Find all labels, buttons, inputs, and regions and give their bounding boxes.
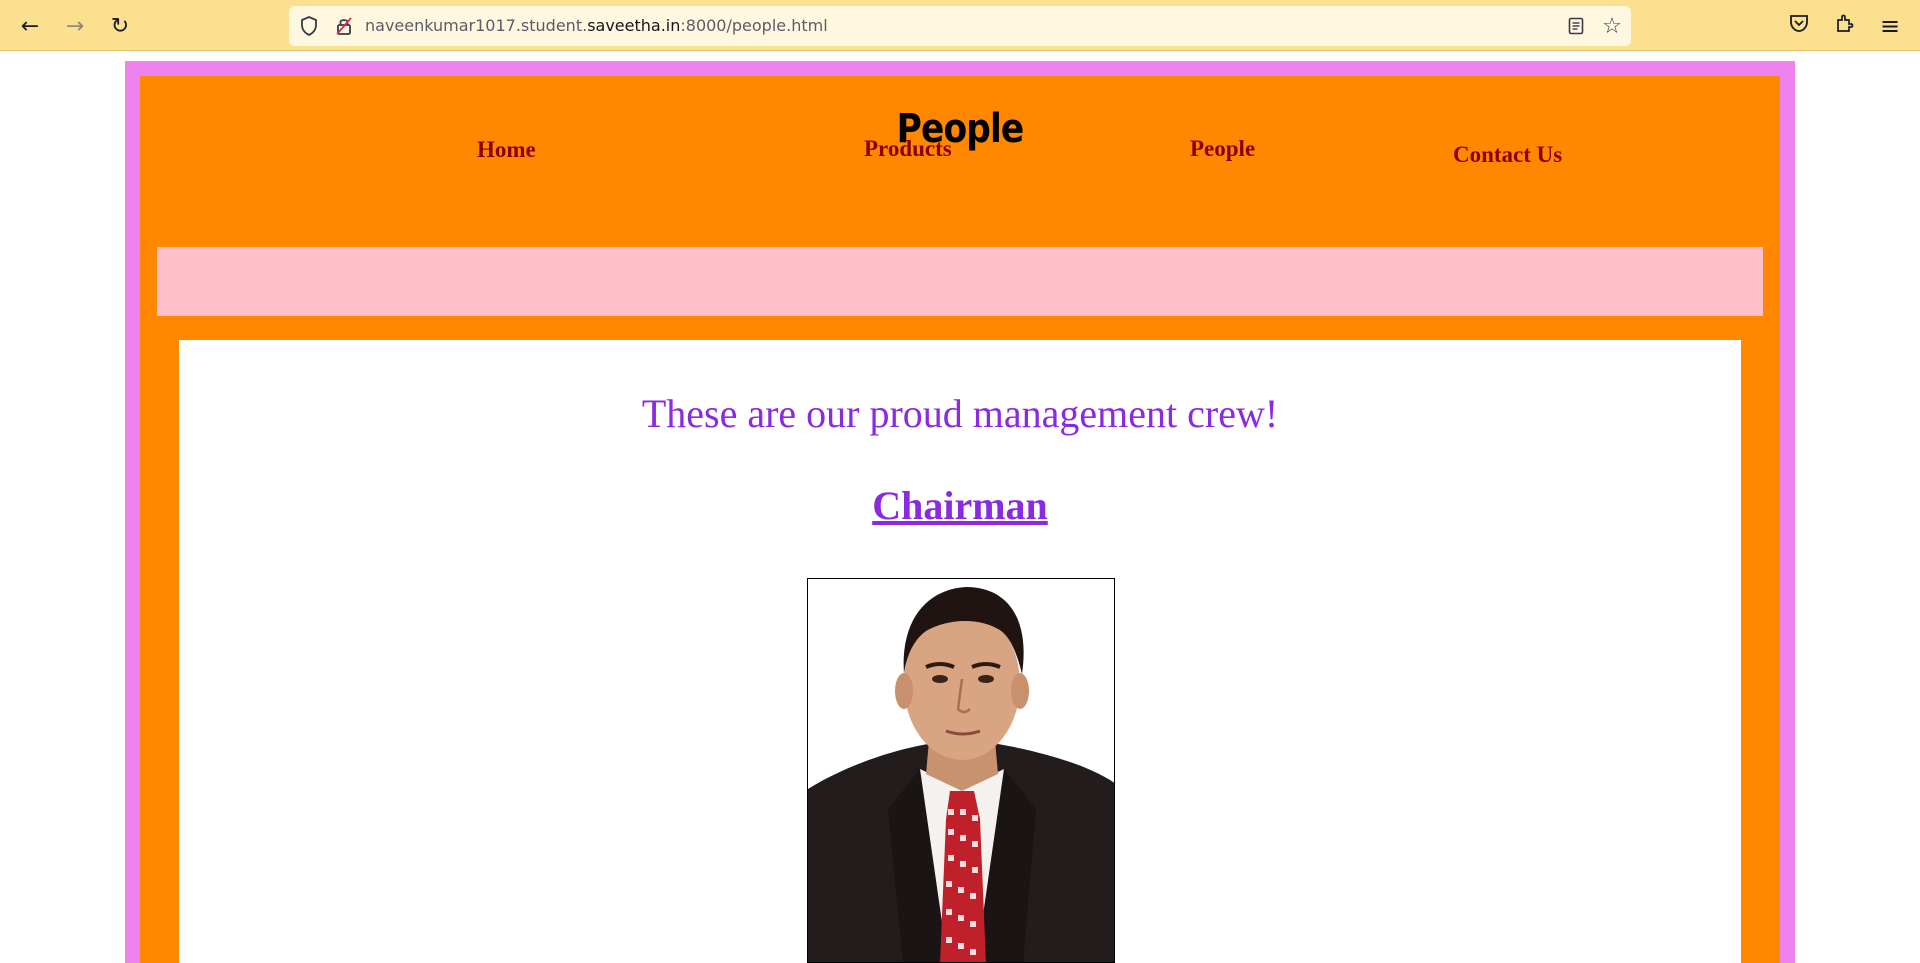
url-suffix: :8000/people.html bbox=[680, 16, 828, 35]
shield-icon[interactable] bbox=[297, 14, 321, 38]
app-menu-button[interactable]: ≡ bbox=[1874, 10, 1906, 42]
reader-view-icon[interactable] bbox=[1564, 14, 1588, 38]
page-border: Home Products People Contact Us People T… bbox=[125, 61, 1795, 963]
content-panel: These are our proud management crew! Cha… bbox=[179, 340, 1741, 963]
forward-button[interactable]: → bbox=[59, 10, 91, 42]
pocket-button[interactable] bbox=[1783, 10, 1815, 42]
page-title-banner bbox=[157, 247, 1763, 316]
intro-text: These are our proud management crew! bbox=[641, 391, 1279, 436]
chairman-photo bbox=[807, 578, 1115, 963]
role-heading: Chairman bbox=[872, 483, 1048, 528]
url-host: saveetha.in bbox=[587, 16, 681, 35]
url-prefix: naveenkumar1017.student. bbox=[365, 16, 588, 35]
reload-icon: ↻ bbox=[110, 13, 130, 39]
back-arrow-icon: ← bbox=[20, 13, 40, 39]
pocket-icon bbox=[1789, 13, 1809, 39]
bookmark-star-icon[interactable]: ☆ bbox=[1600, 13, 1624, 39]
extensions-icon bbox=[1835, 13, 1855, 39]
extensions-button[interactable] bbox=[1829, 10, 1861, 42]
address-bar[interactable]: naveenkumar1017.student.saveetha.in:8000… bbox=[289, 6, 1631, 46]
hamburger-menu-icon: ≡ bbox=[1879, 12, 1901, 40]
lock-icon[interactable] bbox=[332, 14, 356, 38]
portrait-image bbox=[808, 579, 1114, 962]
url-text[interactable]: naveenkumar1017.student.saveetha.in:8000… bbox=[365, 6, 828, 46]
bookmark-glyph: ☆ bbox=[1602, 13, 1622, 39]
back-button[interactable]: ← bbox=[14, 10, 46, 42]
page-body: Home Products People Contact Us People T… bbox=[140, 76, 1780, 963]
forward-arrow-icon: → bbox=[65, 13, 85, 39]
reload-button[interactable]: ↻ bbox=[104, 10, 136, 42]
page-title: People bbox=[896, 106, 1025, 152]
browser-toolbar: ← → ↻ naveenkumar1017.student.saveetha.i… bbox=[0, 0, 1920, 51]
